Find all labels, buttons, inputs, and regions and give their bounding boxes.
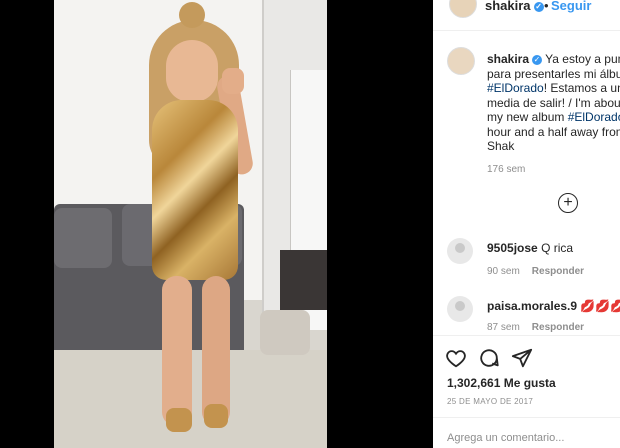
verified-badge-icon: ✓ bbox=[533, 2, 544, 12]
caption-hashtag[interactable]: #ElDorado bbox=[568, 110, 620, 124]
photo-subject-leg bbox=[162, 276, 192, 426]
post-date[interactable]: 25 DE MAYO DE 2017 bbox=[447, 397, 533, 406]
reply-button[interactable]: Responder bbox=[532, 266, 584, 277]
author-username[interactable]: shakira ✓ bbox=[485, 0, 544, 13]
comment-time[interactable]: 87 sem bbox=[487, 322, 520, 333]
caption-line: Shak bbox=[487, 139, 515, 153]
share-icon[interactable] bbox=[511, 347, 533, 369]
add-comment-input[interactable]: Agrega un comentario... bbox=[447, 432, 564, 444]
follow-button[interactable]: Seguir bbox=[551, 0, 591, 13]
comment-avatar[interactable] bbox=[447, 238, 473, 264]
comment-avatar[interactable] bbox=[447, 296, 473, 322]
comment-username[interactable]: paisa.morales.9 bbox=[487, 299, 577, 313]
caption-line: media de salir! / I'm about bbox=[487, 95, 620, 110]
divider bbox=[433, 335, 620, 336]
post-header: shakira ✓ • Seguir bbox=[433, 0, 620, 31]
comment-text: paisa.morales.9 💋💋💋 bbox=[487, 299, 620, 313]
photo-stand bbox=[280, 250, 327, 310]
caption-text: shakira✓ Ya estoy a punto para presentar… bbox=[487, 52, 620, 154]
comment-meta: 90 sem Responder bbox=[487, 266, 584, 277]
photo-subject-thumb bbox=[222, 68, 244, 94]
photo-subject-shoe bbox=[204, 404, 228, 428]
caption-line: Ya estoy a punto bbox=[545, 52, 620, 66]
comment-body: Q rica bbox=[541, 241, 574, 255]
heart-icon[interactable] bbox=[445, 347, 467, 369]
caption-username[interactable]: shakira bbox=[487, 52, 529, 66]
caption-time[interactable]: 176 sem bbox=[487, 164, 525, 175]
comment-time[interactable]: 90 sem bbox=[487, 266, 520, 277]
plus-circle-icon[interactable]: + bbox=[558, 193, 578, 213]
comment-username[interactable]: 9505jose bbox=[487, 241, 538, 255]
post-side-panel: shakira ✓ • Seguir shakira ✓ Ya estoy a pu… bbox=[433, 0, 620, 448]
caption-line: para presentarles mi álbum bbox=[487, 66, 620, 81]
comment-icon[interactable] bbox=[478, 347, 500, 369]
caption-line: ! Estamos a una bbox=[543, 81, 620, 95]
author-avatar[interactable] bbox=[449, 0, 477, 18]
verified-badge-icon: ✓ bbox=[532, 55, 543, 65]
photo-subject-dress bbox=[152, 100, 238, 280]
caption-line: hour and a half away from bbox=[487, 124, 620, 139]
caption-line: my new album bbox=[487, 110, 568, 124]
photo-subject-bun bbox=[179, 2, 205, 28]
caption-avatar[interactable] bbox=[447, 47, 475, 75]
header-separator: • bbox=[544, 0, 549, 13]
photo-clutter bbox=[260, 310, 310, 355]
divider bbox=[433, 417, 620, 418]
reply-button[interactable]: Responder bbox=[532, 322, 584, 333]
photo-subject-shoe bbox=[166, 408, 192, 432]
overlay-backdrop[interactable] bbox=[0, 0, 54, 448]
comment-body: 💋💋💋 bbox=[580, 299, 620, 313]
caption-hashtag[interactable]: #ElDorado bbox=[487, 81, 544, 95]
photo-sofa-cushion bbox=[54, 208, 112, 268]
comment-text: 9505jose Q rica bbox=[487, 241, 573, 255]
post-photo[interactable] bbox=[54, 0, 327, 448]
likes-count[interactable]: 1,302,661 Me gusta bbox=[447, 376, 556, 390]
comment-meta: 87 sem Responder bbox=[487, 322, 584, 333]
photo-subject-face bbox=[166, 40, 218, 102]
